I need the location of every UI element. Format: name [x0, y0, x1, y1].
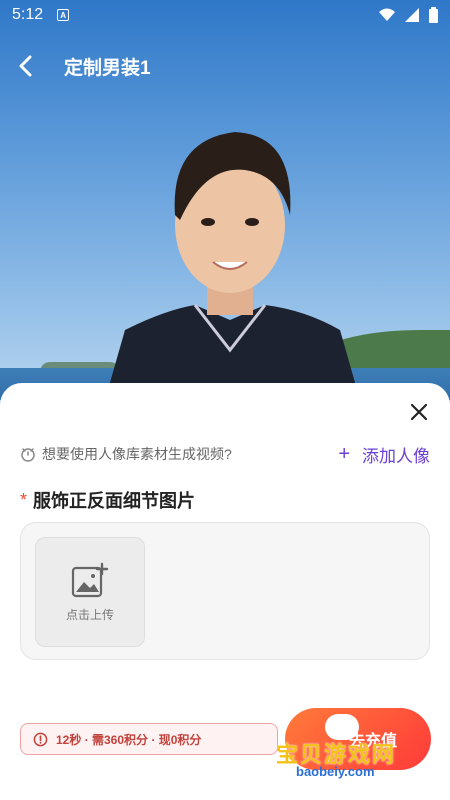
- add-portrait-button[interactable]: + 添加人像: [338, 442, 430, 467]
- page-title: 定制男装1: [64, 57, 151, 79]
- battery-icon: [429, 7, 438, 23]
- signal-icon: [405, 8, 419, 22]
- add-image-icon: [71, 562, 109, 597]
- header: 定制男装1: [0, 48, 450, 84]
- plus-icon: +: [338, 443, 350, 465]
- section-title-text: 服饰正反面细节图片: [33, 491, 196, 511]
- add-portrait-label: 添加人像: [362, 446, 430, 466]
- cost-text: 12秒 · 需360积分 · 现0积分: [56, 732, 202, 747]
- wifi-icon: [379, 8, 395, 21]
- close-button[interactable]: [408, 401, 430, 423]
- timer-icon: [21, 448, 35, 462]
- portrait-hint-row: 想要使用人像库素材生成视频? + 添加人像: [20, 441, 430, 467]
- watermark-url: baobeiy.com: [296, 764, 375, 779]
- upload-button[interactable]: 点击上传: [35, 537, 145, 647]
- required-mark: *: [20, 489, 28, 510]
- notification-icon: A: [57, 9, 70, 21]
- close-icon: [410, 403, 428, 421]
- status-bar: 5:12 A: [0, 0, 450, 30]
- status-time: 5:12: [12, 6, 44, 23]
- alert-icon: [33, 732, 48, 746]
- hint-text: 想要使用人像库素材生成视频?: [42, 446, 232, 462]
- upload-label: 点击上传: [65, 607, 114, 622]
- section-title: * 服饰正反面细节图片: [20, 487, 195, 513]
- person-figure: [105, 132, 360, 400]
- cost-info: 12秒 · 需360积分 · 现0积分: [20, 723, 278, 755]
- status-icons: [379, 7, 438, 23]
- chevron-left-icon: [19, 55, 32, 77]
- back-button[interactable]: [18, 48, 62, 84]
- upload-area: 点击上传: [20, 522, 430, 660]
